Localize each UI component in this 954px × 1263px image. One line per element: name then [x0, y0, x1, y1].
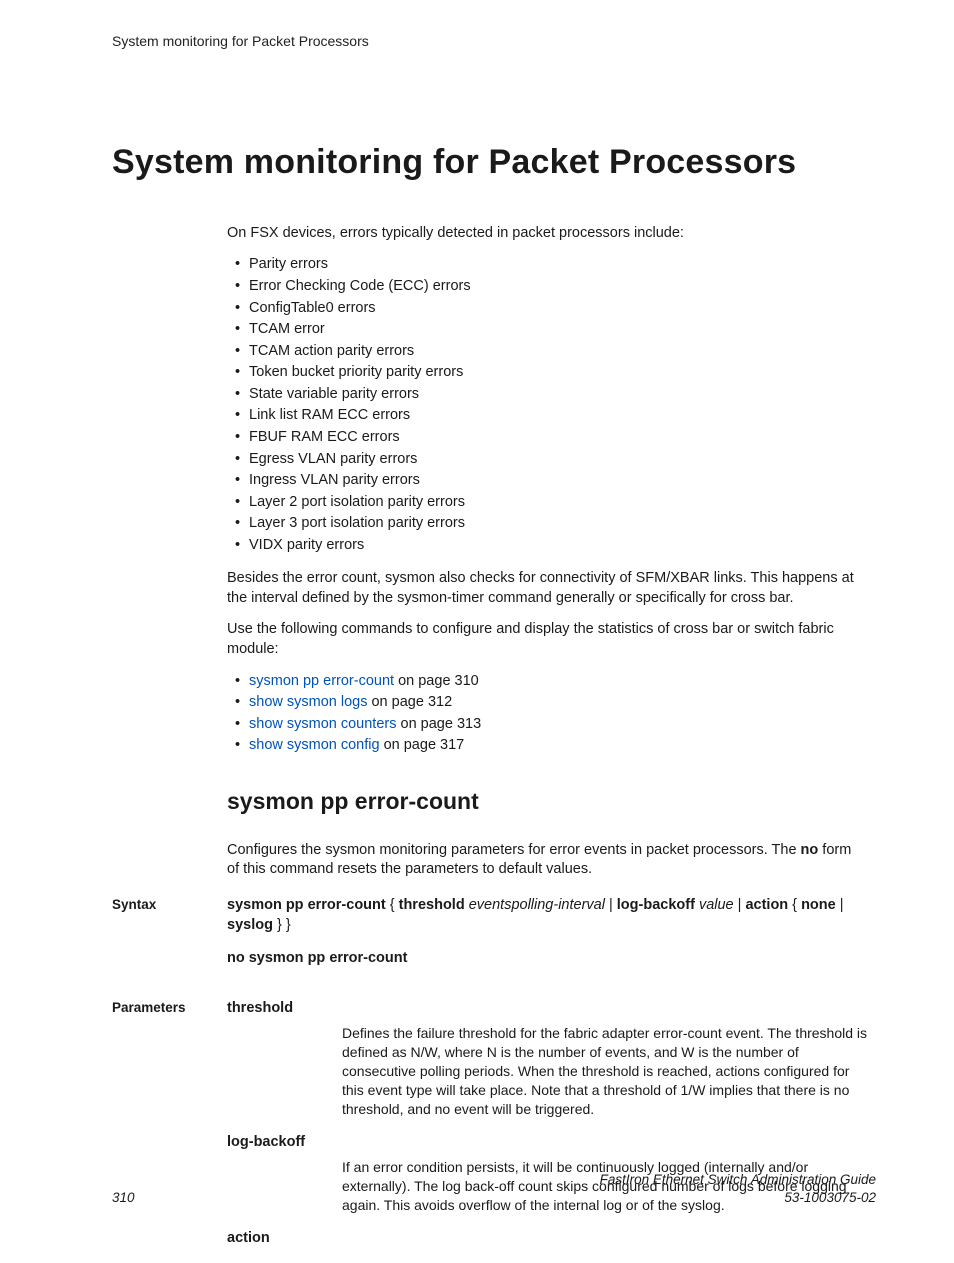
parameter-row: action: [227, 1229, 872, 1249]
parameter-name: action: [227, 1229, 872, 1249]
syntax-command: no sysmon pp error-count: [227, 950, 407, 966]
footer-guide-title: FastIron Ethernet Switch Administration …: [600, 1171, 876, 1189]
syntax-keyword: threshold: [399, 897, 465, 913]
syntax-keyword: action: [745, 897, 788, 913]
list-item: sysmon pp error-count on page 310: [227, 672, 867, 692]
list-item: ConfigTable0 errors: [227, 299, 867, 319]
body-paragraph: Besides the error count, sysmon also che…: [227, 569, 867, 608]
list-item: State variable parity errors: [227, 385, 867, 405]
list-item: Layer 3 port isolation parity errors: [227, 514, 867, 534]
block-label-parameters: Parameters: [112, 999, 227, 1263]
no-syntax-line: no sysmon pp error-count: [227, 949, 872, 969]
syntax-brace: } }: [273, 917, 291, 933]
page-content: System monitoring for Packet Processors …: [112, 140, 872, 1263]
list-item: Parity errors: [227, 255, 867, 275]
xref-suffix: on page 310: [394, 673, 479, 689]
list-item: show sysmon logs on page 312: [227, 693, 867, 713]
list-item: Egress VLAN parity errors: [227, 450, 867, 470]
block-label-syntax: Syntax: [112, 896, 227, 983]
xref-link[interactable]: show sysmon counters: [249, 716, 396, 732]
parameter-row: threshold Defines the failure threshold …: [227, 999, 872, 1119]
syntax-line: sysmon pp error-count { threshold events…: [227, 896, 872, 935]
page-footer: 310 FastIron Ethernet Switch Administrat…: [112, 1171, 876, 1207]
page-title: System monitoring for Packet Processors: [112, 140, 872, 186]
list-item: Ingress VLAN parity errors: [227, 471, 867, 491]
list-item: Link list RAM ECC errors: [227, 406, 867, 426]
parameters-block: Parameters threshold Defines the failure…: [112, 999, 872, 1263]
list-item: Token bucket priority parity errors: [227, 363, 867, 383]
list-item: Error Checking Code (ECC) errors: [227, 277, 867, 297]
keyword: no: [801, 842, 819, 858]
xref-link[interactable]: sysmon pp error-count: [249, 673, 394, 689]
syntax-sep: |: [734, 897, 746, 913]
parameter-name: log-backoff: [227, 1133, 872, 1153]
list-item: show sysmon config on page 317: [227, 736, 867, 756]
syntax-sep: |: [836, 897, 844, 913]
syntax-keyword: none: [801, 897, 836, 913]
syntax-command: sysmon pp error-count: [227, 897, 386, 913]
page-number: 310: [112, 1189, 135, 1207]
xref-suffix: on page 317: [380, 737, 465, 753]
xref-suffix: on page 313: [396, 716, 481, 732]
syntax-brace: {: [788, 897, 801, 913]
section-intro: Configures the sysmon monitoring paramet…: [227, 841, 867, 880]
section-heading: sysmon pp error-count: [227, 786, 872, 817]
syntax-keyword: syslog: [227, 917, 273, 933]
syntax-brace: {: [386, 897, 399, 913]
parameter-name: threshold: [227, 999, 872, 1019]
xref-list: sysmon pp error-count on page 310 show s…: [227, 672, 867, 756]
syntax-variable: value: [699, 897, 734, 913]
xref-suffix: on page 312: [367, 694, 452, 710]
syntax-variable: events: [469, 897, 512, 913]
breadcrumb: System monitoring for Packet Processors: [112, 32, 369, 51]
intro-paragraph: On FSX devices, errors typically detecte…: [227, 224, 867, 244]
list-item: TCAM action parity errors: [227, 342, 867, 362]
error-list: Parity errors Error Checking Code (ECC) …: [227, 255, 867, 555]
xref-link[interactable]: show sysmon logs: [249, 694, 367, 710]
list-item: show sysmon counters on page 313: [227, 715, 867, 735]
syntax-block: Syntax sysmon pp error-count { threshold…: [112, 896, 872, 983]
syntax-sep: |: [605, 897, 617, 913]
list-item: TCAM error: [227, 320, 867, 340]
syntax-keyword: log-backoff: [617, 897, 695, 913]
text-run: Configures the sysmon monitoring paramet…: [227, 842, 801, 858]
list-item: FBUF RAM ECC errors: [227, 428, 867, 448]
list-item: VIDX parity errors: [227, 536, 867, 556]
syntax-variable: polling-interval: [511, 897, 605, 913]
footer-doc-number: 53-1003075-02: [600, 1189, 876, 1207]
list-item: Layer 2 port isolation parity errors: [227, 493, 867, 513]
parameter-desc: Defines the failure threshold for the fa…: [342, 1024, 872, 1118]
body-paragraph: Use the following commands to configure …: [227, 620, 867, 659]
xref-link[interactable]: show sysmon config: [249, 737, 380, 753]
